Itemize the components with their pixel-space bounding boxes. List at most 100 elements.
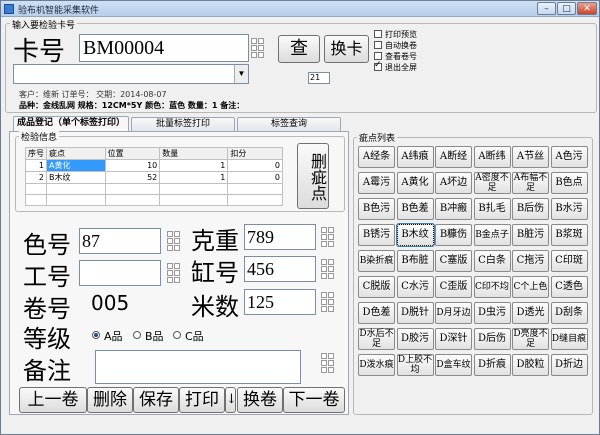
defect-button[interactable]: C水污: [396, 276, 434, 298]
defect-button[interactable]: A布幅不足: [512, 172, 549, 194]
cell-position[interactable]: 10: [104, 159, 161, 172]
defect-button[interactable]: D水后不足: [358, 328, 395, 350]
close-button[interactable]: ✕: [577, 2, 597, 15]
prev-roll-button[interactable]: 上一卷: [19, 387, 87, 413]
defect-button[interactable]: B后伤: [512, 198, 549, 220]
defect-button[interactable]: D虫污: [473, 302, 511, 324]
tab-batch-print[interactable]: 批量标签打印: [131, 117, 235, 131]
defect-button[interactable]: C拖污: [512, 250, 549, 272]
vat-spinner[interactable]: [321, 259, 335, 281]
search-button[interactable]: 查: [278, 35, 320, 63]
defect-button[interactable]: B木纹: [395, 223, 435, 247]
defect-button[interactable]: B染折痕: [358, 250, 395, 272]
color-spinner[interactable]: [167, 231, 181, 253]
defect-button[interactable]: D缝目痕: [550, 328, 588, 350]
defect-button[interactable]: A密度不足: [473, 172, 511, 194]
defect-button[interactable]: D色差: [358, 302, 395, 324]
defect-button[interactable]: D深针: [435, 328, 472, 350]
defect-button[interactable]: C歪版: [435, 276, 472, 298]
defect-button[interactable]: B布脏: [396, 250, 434, 272]
card-number-input[interactable]: BM00004: [79, 34, 249, 62]
remark-input[interactable]: [95, 350, 301, 384]
defect-button[interactable]: D上胶不均: [396, 354, 434, 376]
defect-button[interactable]: B水污: [550, 198, 588, 220]
cell-deduct[interactable]: 0: [227, 171, 283, 184]
defect-button[interactable]: D月牙边: [435, 302, 472, 324]
cell-position[interactable]: 52: [104, 171, 161, 184]
cell-qty[interactable]: 1: [159, 159, 229, 172]
defect-button[interactable]: B色污: [358, 198, 395, 220]
card-spinner[interactable]: [251, 38, 265, 60]
defect-button[interactable]: B金点子: [473, 224, 511, 246]
defect-button[interactable]: A黄化: [396, 172, 434, 194]
checkbox-auto-change-roll[interactable]: [374, 41, 382, 49]
defect-button[interactable]: B扎毛: [473, 198, 511, 220]
weight-spinner[interactable]: [321, 227, 335, 249]
change-roll-button[interactable]: 换卷: [237, 387, 283, 413]
maximize-button[interactable]: □: [557, 2, 576, 15]
defect-button[interactable]: A霉污: [358, 172, 395, 194]
worker-spinner[interactable]: [167, 263, 181, 285]
defect-button[interactable]: B冲瘢: [435, 198, 472, 220]
defect-button[interactable]: D透光: [512, 302, 549, 324]
save-button[interactable]: 保存: [133, 387, 179, 413]
defect-button[interactable]: C白条: [473, 250, 511, 272]
defect-button[interactable]: B糠伤: [435, 224, 472, 246]
grade-b-radio[interactable]: [133, 331, 141, 339]
defect-button[interactable]: D刮条: [550, 302, 588, 324]
checkbox-view-roll[interactable]: [374, 52, 382, 60]
card-combo[interactable]: ▼: [13, 64, 249, 84]
defect-button[interactable]: B脏污: [512, 224, 549, 246]
defect-button[interactable]: C印不均: [473, 276, 511, 298]
defect-button[interactable]: A色污: [550, 146, 588, 168]
defect-button[interactable]: A断经: [435, 146, 472, 168]
defect-button[interactable]: B色点: [550, 172, 588, 194]
chevron-down-icon[interactable]: ▼: [234, 65, 248, 83]
defect-button[interactable]: B锈污: [358, 224, 395, 246]
defect-button[interactable]: B浆斑: [550, 224, 588, 246]
defect-button[interactable]: D脱针: [396, 302, 434, 324]
cell-deduct[interactable]: 0: [227, 159, 283, 172]
weight-input[interactable]: 789: [244, 224, 316, 250]
cell-qty[interactable]: 1: [159, 171, 229, 184]
defect-button[interactable]: A断纬: [473, 146, 511, 168]
checkbox-exit-fullscreen[interactable]: [374, 60, 382, 71]
defect-button[interactable]: C印斑: [550, 250, 588, 272]
defect-button[interactable]: A经条: [358, 146, 395, 168]
table-row-empty[interactable]: [25, 183, 283, 195]
meters-spinner[interactable]: [321, 292, 335, 314]
print-dropdown-icon[interactable]: ↓: [225, 387, 237, 413]
tab-label-query[interactable]: 标签查询: [237, 117, 341, 131]
defect-button[interactable]: C脱版: [358, 276, 395, 298]
remark-spinner[interactable]: [321, 353, 335, 375]
cell-defect[interactable]: B木纹: [46, 171, 106, 184]
defect-button[interactable]: C个上色: [512, 276, 549, 298]
change-card-button[interactable]: 换卡: [324, 35, 369, 63]
defect-button[interactable]: D后伤: [473, 328, 511, 350]
tab-product-register[interactable]: 成品登记（单个标签打印）: [13, 116, 129, 131]
defect-button[interactable]: D折痕: [473, 354, 511, 376]
delete-button[interactable]: 删除: [87, 387, 133, 413]
defect-button[interactable]: D泼水痕: [358, 354, 395, 376]
vat-input[interactable]: 456: [244, 256, 316, 282]
grade-a-radio[interactable]: [92, 331, 100, 339]
defect-button[interactable]: D胶粒: [512, 354, 549, 376]
worker-input[interactable]: [79, 260, 161, 286]
minimize-button[interactable]: –: [537, 2, 556, 15]
print-button[interactable]: 打印: [179, 387, 225, 413]
table-row-empty[interactable]: [25, 194, 283, 206]
small-value-field[interactable]: 21: [308, 72, 330, 84]
defect-button[interactable]: B色差: [396, 198, 434, 220]
defect-button[interactable]: A坏边: [435, 172, 472, 194]
table-row[interactable]: 1 A黄化 10 1 0: [25, 159, 283, 172]
delete-defect-button[interactable]: 删疵点: [297, 143, 329, 209]
defect-button[interactable]: D胶污: [396, 328, 434, 350]
next-roll-button[interactable]: 下一卷: [283, 387, 345, 413]
defect-button[interactable]: D盒车纹: [435, 354, 472, 376]
cell-defect[interactable]: A黄化: [46, 159, 106, 172]
meters-input[interactable]: 125: [244, 289, 316, 315]
table-row[interactable]: 2 B木纹 52 1 0: [25, 171, 283, 184]
defect-button[interactable]: C透色: [550, 276, 588, 298]
color-input[interactable]: 87: [79, 228, 161, 254]
defect-button[interactable]: D折边: [550, 354, 588, 376]
